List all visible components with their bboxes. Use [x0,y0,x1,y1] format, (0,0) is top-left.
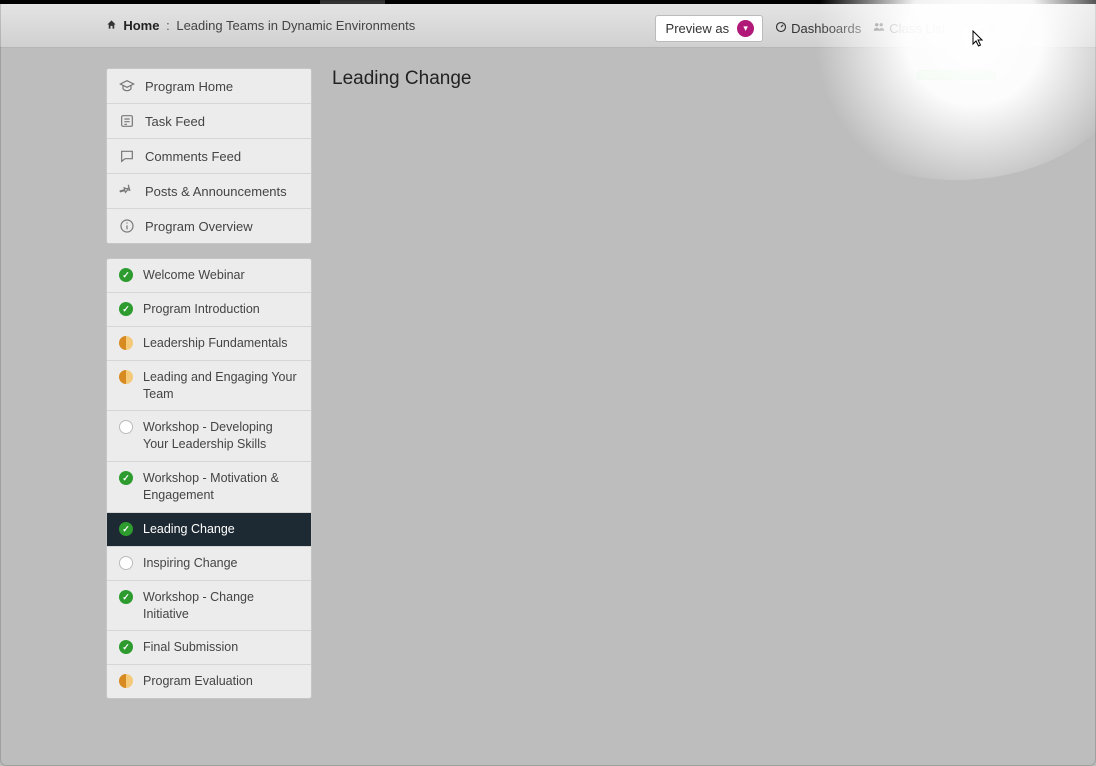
sidebar-nav-label: Task Feed [145,114,205,129]
gauge-icon [775,21,787,36]
status-half-icon [119,674,133,688]
breadcrumb: Home : Leading Teams in Dynamic Environm… [106,18,415,33]
module-item[interactable]: Program Evaluation [107,665,311,698]
module-item[interactable]: Leading Change [107,513,311,547]
breadcrumb-separator: : [166,18,170,33]
chevron-down-icon: ▾ [737,20,754,37]
header-actions: Preview as ▾ Dashboards Class List Edit [655,15,996,42]
sidebar-nav-label: Program Home [145,79,233,94]
dashboards-label: Dashboards [791,21,861,36]
edit-link[interactable]: Edit [958,21,996,36]
class-list-label: Class List [889,21,945,36]
pin-icon [119,183,135,199]
pencil-icon [958,21,970,36]
module-item[interactable]: Workshop - Developing Your Leadership Sk… [107,411,311,462]
status-done-icon [119,268,133,282]
breadcrumb-home[interactable]: Home [123,18,159,33]
sidebar-nav-item[interactable]: Program Overview [107,209,311,243]
module-label: Final Submission [143,639,301,656]
module-label: Leadership Fundamentals [143,335,301,352]
module-item[interactable]: Welcome Webinar [107,259,311,293]
progress-indicator [916,70,996,80]
grad-icon [119,78,135,94]
module-item[interactable]: Leadership Fundamentals [107,327,311,361]
status-done-icon [119,590,133,604]
module-label: Program Introduction [143,301,301,318]
module-item[interactable]: Program Introduction [107,293,311,327]
module-item[interactable]: Inspiring Change [107,547,311,581]
sidebar-nav-item[interactable]: Comments Feed [107,139,311,174]
status-done-icon [119,522,133,536]
module-label: Workshop - Motivation & Engagement [143,470,301,504]
module-item[interactable]: Final Submission [107,631,311,665]
main-content: Leading Change [332,68,996,98]
sidebar-nav: Program Home Task Feed Comments Feed Posts … [106,68,312,244]
status-done-icon [119,302,133,316]
task-icon [119,113,135,129]
info-icon [119,218,135,234]
module-label: Leading Change [143,521,301,538]
chat-icon [119,148,135,164]
page-title: Leading Change [332,68,996,90]
status-empty-icon [119,420,133,434]
module-label: Inspiring Change [143,555,301,572]
sidebar-nav-label: Posts & Announcements [145,184,287,199]
module-label: Leading and Engaging Your Team [143,369,301,403]
status-done-icon [119,640,133,654]
module-label: Workshop - Change Initiative [143,589,301,623]
dashboards-link[interactable]: Dashboards [775,21,861,36]
edit-label: Edit [974,21,996,36]
sidebar-nav-item[interactable]: Posts & Announcements [107,174,311,209]
sidebar-nav-label: Comments Feed [145,149,241,164]
home-icon [106,19,120,33]
module-label: Workshop - Developing Your Leadership Sk… [143,419,301,453]
class-list-link[interactable]: Class List [873,21,945,36]
sidebar-nav-item[interactable]: Task Feed [107,104,311,139]
status-half-icon [119,336,133,350]
sidebar-nav-item[interactable]: Program Home [107,69,311,104]
status-half-icon [119,370,133,384]
preview-as-label: Preview as [666,21,730,36]
module-label: Program Evaluation [143,673,301,690]
sidebar: Program Home Task Feed Comments Feed Posts … [106,68,312,699]
people-icon [873,21,885,36]
sidebar-nav-label: Program Overview [145,219,253,234]
module-list: Welcome Webinar Program Introduction Leade… [106,258,312,699]
module-label: Welcome Webinar [143,267,301,284]
breadcrumb-trail: Leading Teams in Dynamic Environments [176,18,415,33]
status-done-icon [119,471,133,485]
status-empty-icon [119,556,133,570]
page-header: Home : Leading Teams in Dynamic Environm… [0,4,1096,48]
module-item[interactable]: Leading and Engaging Your Team [107,361,311,412]
page-body: Program Home Task Feed Comments Feed Posts … [0,48,1096,766]
module-item[interactable]: Workshop - Motivation & Engagement [107,462,311,513]
module-item[interactable]: Workshop - Change Initiative [107,581,311,632]
preview-as-button[interactable]: Preview as ▾ [655,15,764,42]
